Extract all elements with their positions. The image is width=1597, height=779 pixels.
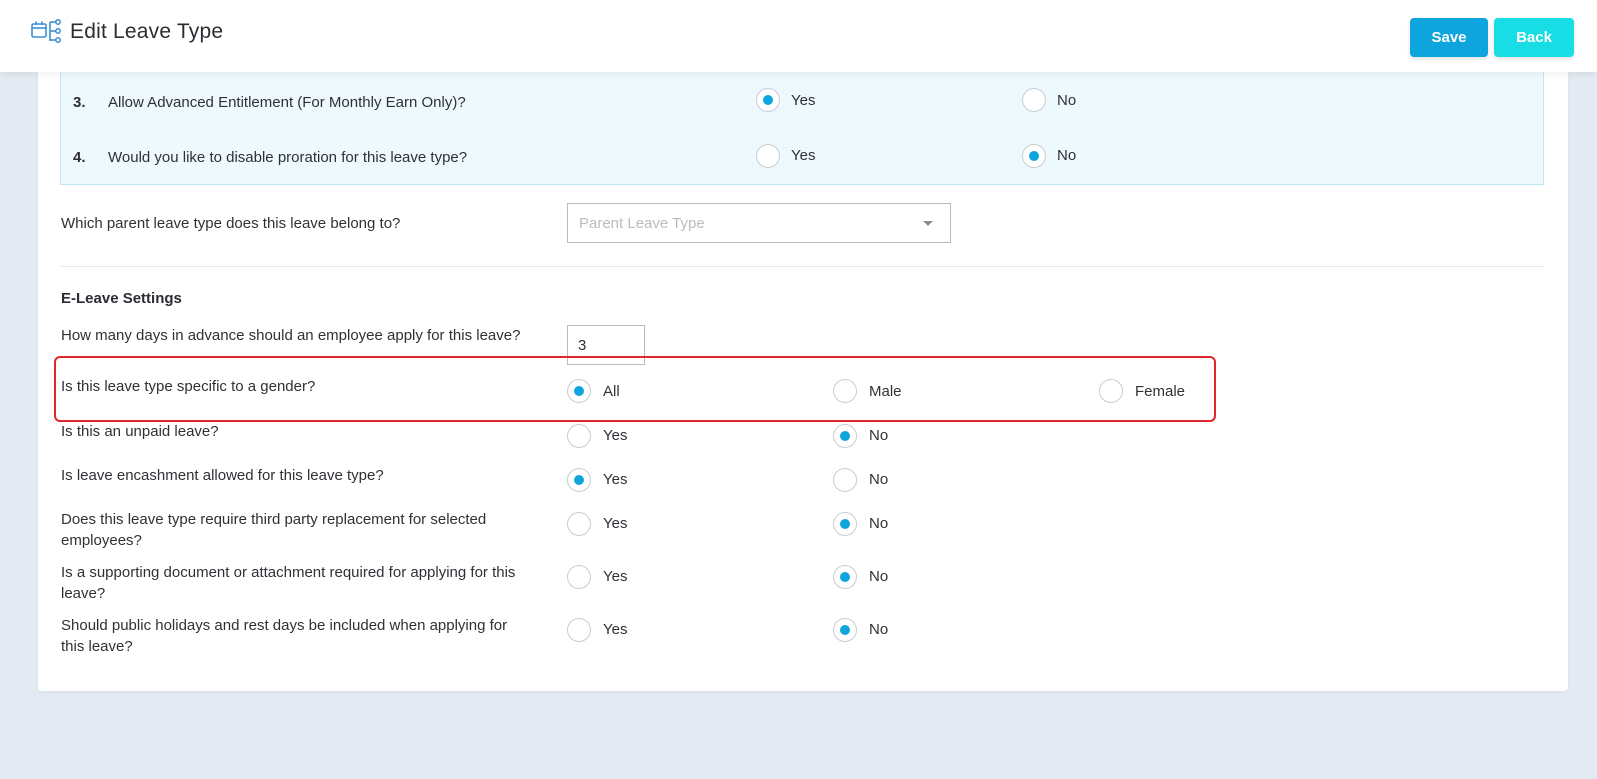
radio-label: No	[869, 621, 889, 638]
radio-disable-proration-no[interactable]	[1022, 144, 1046, 168]
select-placeholder: Parent Leave Type	[579, 215, 705, 232]
advanced-settings-panel	[60, 72, 1544, 185]
radio-label: No	[869, 427, 889, 444]
supporting-document-question: Is a supporting document or attachment r…	[61, 564, 516, 602]
radio-replacement-no[interactable]	[833, 512, 857, 536]
encashment-question: Is leave encashment allowed for this lea…	[61, 467, 384, 484]
radio-unpaid-no[interactable]	[833, 424, 857, 448]
parent-leave-label: Which parent leave type does this leave …	[61, 215, 401, 232]
section-title-eleave: E-Leave Settings	[61, 290, 182, 307]
question-number: 3.	[73, 94, 86, 111]
question-advanced-entitlement: Allow Advanced Entitlement (For Monthly …	[108, 94, 466, 111]
radio-document-yes[interactable]	[567, 565, 591, 589]
radio-label: Female	[1135, 383, 1186, 400]
radio-label: Yes	[603, 471, 628, 488]
radio-label: Male	[869, 383, 902, 400]
radio-gender-male[interactable]	[833, 379, 857, 403]
back-button[interactable]: Back	[1494, 18, 1574, 57]
advance-days-input[interactable]	[567, 325, 645, 365]
radio-advanced-entitlement-no[interactable]	[1022, 88, 1046, 112]
chevron-down-icon	[923, 221, 933, 226]
section-divider	[60, 266, 1544, 267]
radio-label: No	[1057, 147, 1077, 164]
radio-document-no[interactable]	[833, 565, 857, 589]
radio-label: Yes	[603, 621, 628, 638]
radio-gender-female[interactable]	[1099, 379, 1123, 403]
question-disable-proration: Would you like to disable proration for …	[108, 149, 468, 166]
radio-label: No	[869, 515, 889, 532]
radio-label: Yes	[791, 92, 816, 109]
parent-leave-type-select[interactable]: Parent Leave Type	[567, 203, 951, 243]
radio-holidays-yes[interactable]	[567, 618, 591, 642]
page-title: Edit Leave Type	[70, 20, 224, 43]
radio-holidays-no[interactable]	[833, 618, 857, 642]
radio-label: Yes	[603, 427, 628, 444]
page-header: Edit Leave Type Save Back	[0, 0, 1597, 72]
radio-label: No	[1057, 92, 1077, 109]
replacement-question: Does this leave type require third party…	[61, 511, 487, 549]
radio-replacement-yes[interactable]	[567, 512, 591, 536]
question-number: 4.	[73, 149, 86, 166]
advance-days-label: How many days in advance should an emplo…	[61, 327, 521, 344]
radio-gender-all[interactable]	[567, 379, 591, 403]
radio-encashment-yes[interactable]	[567, 468, 591, 492]
radio-label: No	[869, 568, 889, 585]
radio-unpaid-yes[interactable]	[567, 424, 591, 448]
gender-question: Is this leave type specific to a gender?	[61, 378, 316, 395]
radio-label: All	[603, 383, 620, 400]
radio-label: Yes	[603, 515, 628, 532]
save-button[interactable]: Save	[1410, 18, 1488, 57]
public-holidays-question: Should public holidays and rest days be …	[61, 617, 508, 655]
unpaid-leave-question: Is this an unpaid leave?	[61, 423, 219, 440]
radio-label: Yes	[791, 147, 816, 164]
hierarchy-calendar-icon	[31, 19, 61, 43]
radio-disable-proration-yes[interactable]	[756, 144, 780, 168]
radio-label: Yes	[603, 568, 628, 585]
radio-label: No	[869, 471, 889, 488]
radio-encashment-no[interactable]	[833, 468, 857, 492]
radio-advanced-entitlement-yes[interactable]	[756, 88, 780, 112]
